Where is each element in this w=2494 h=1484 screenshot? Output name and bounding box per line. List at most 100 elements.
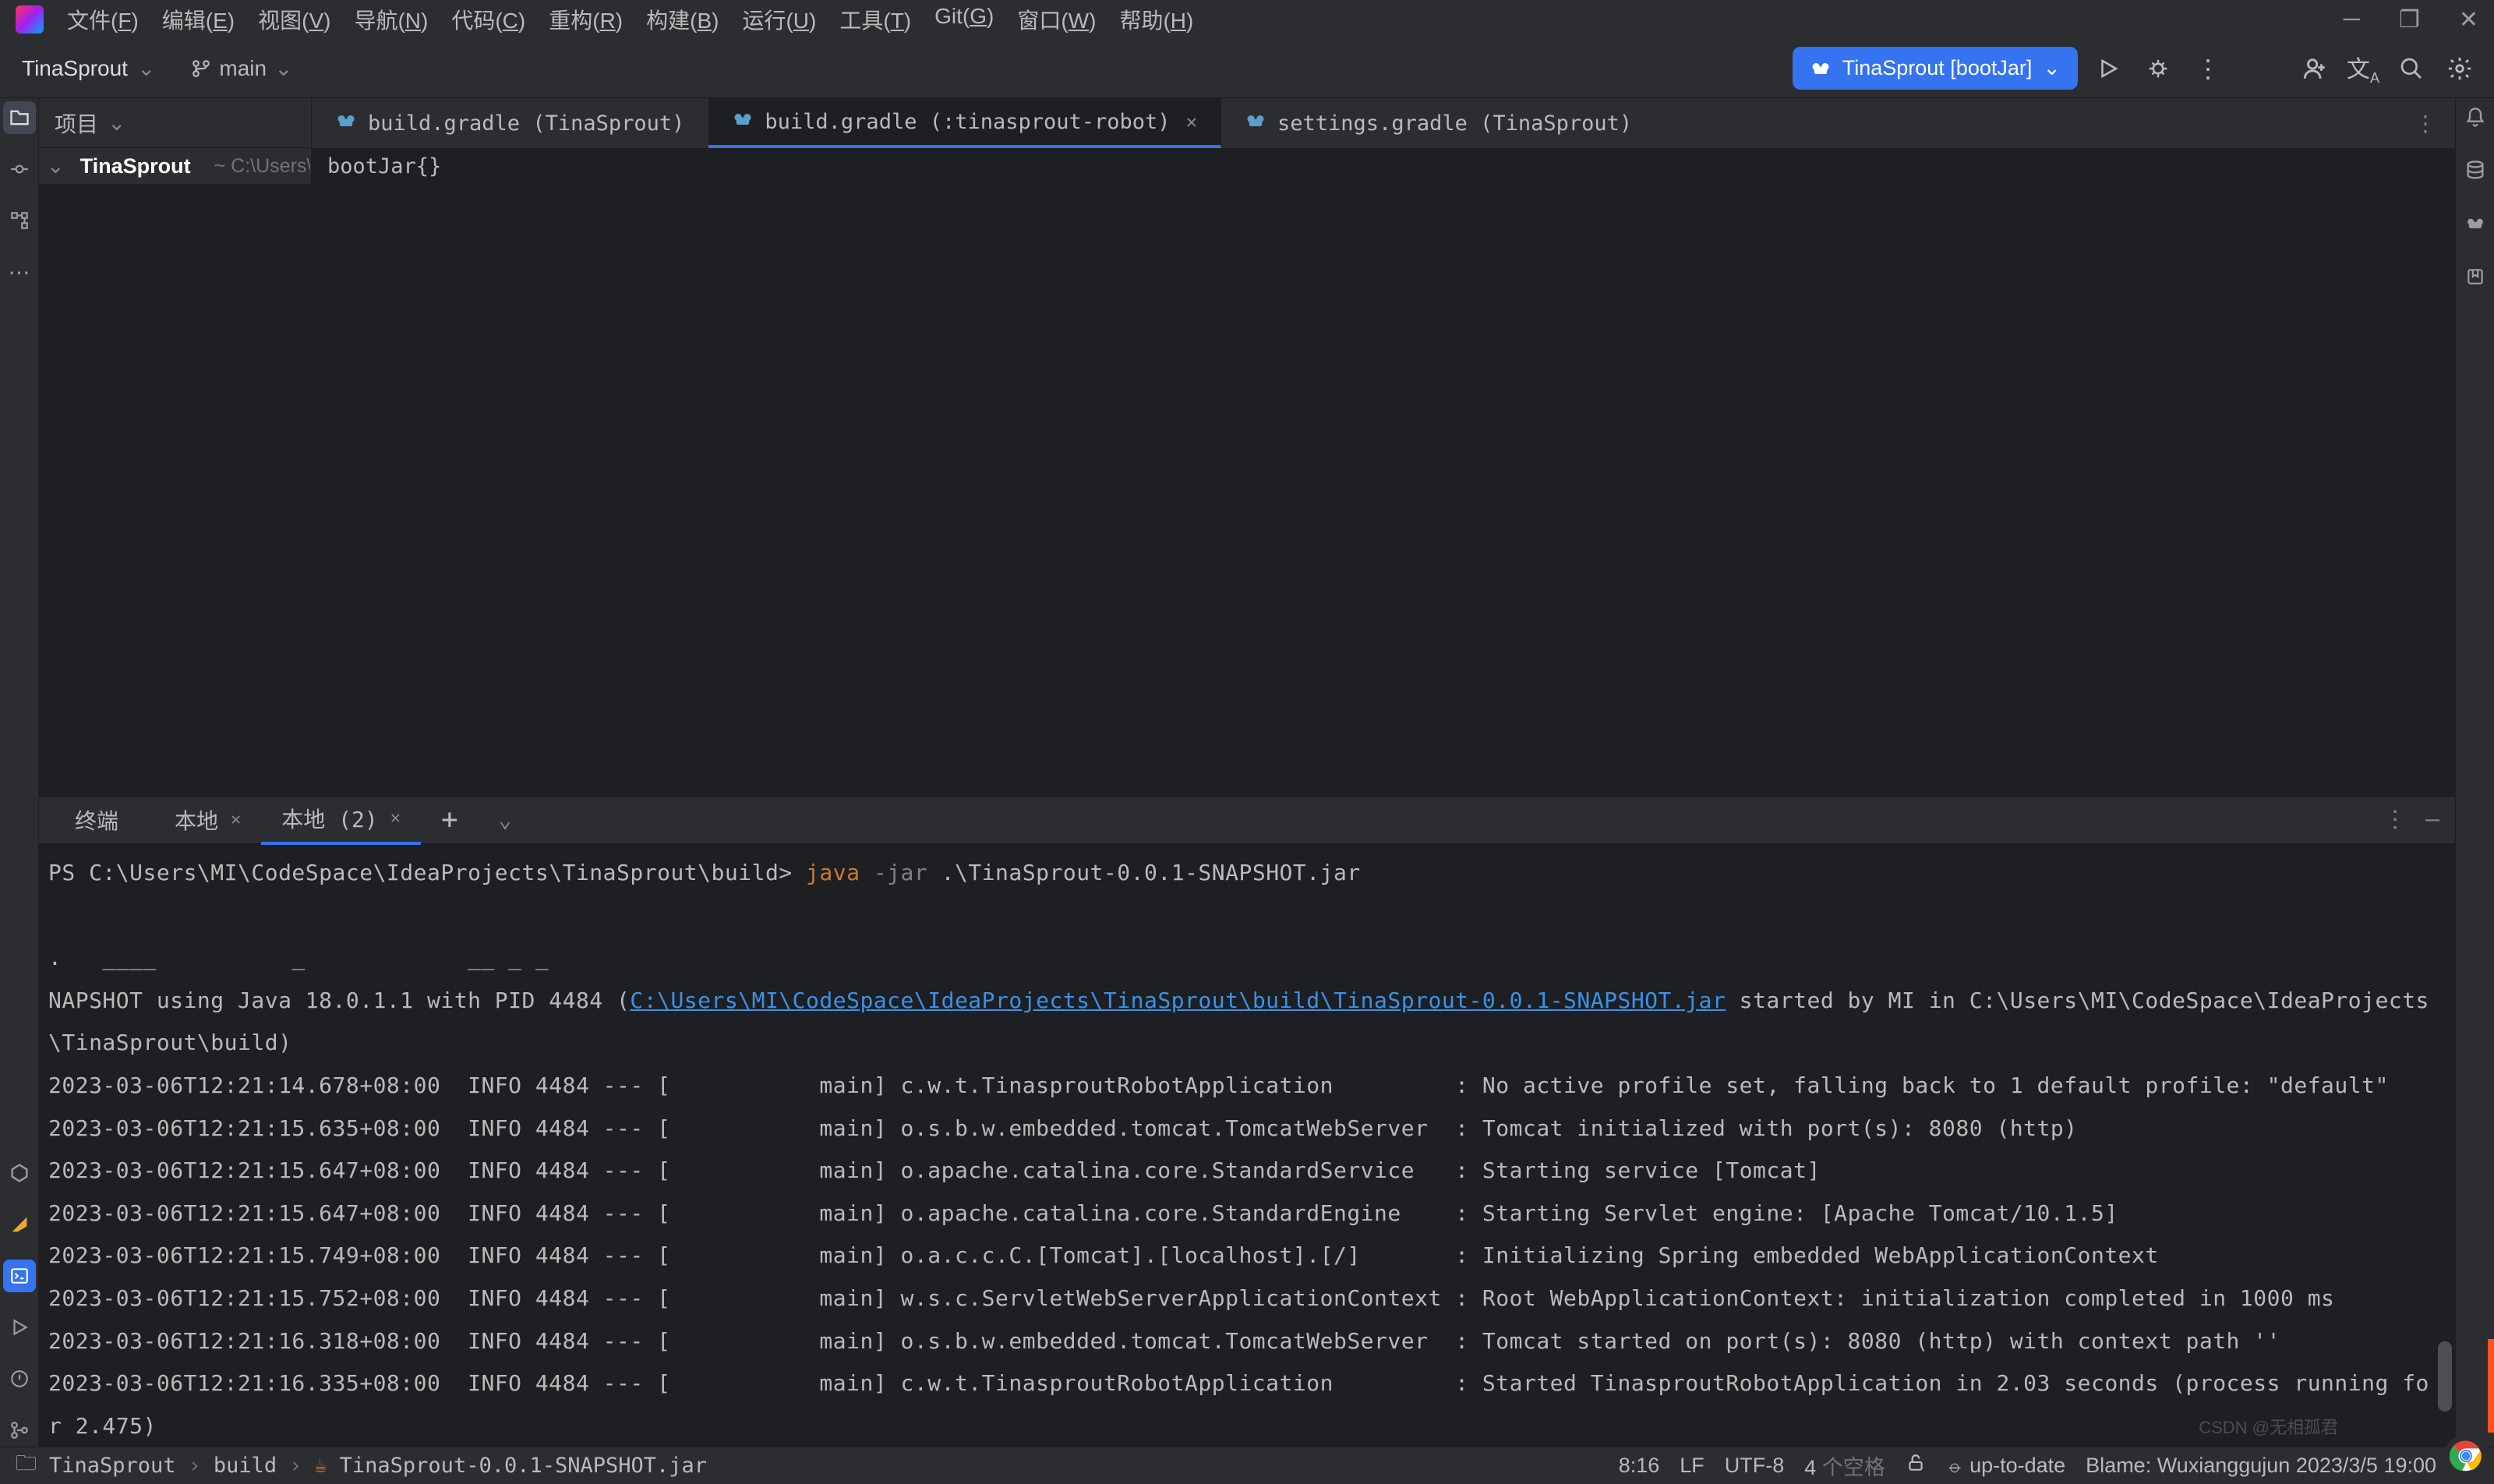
log-line: 2023-03-06T12:21:16.318+08:00 INFO 4484 … — [48, 1328, 2280, 1354]
indent-setting[interactable]: 4 个空格 — [1804, 1450, 1885, 1481]
cmd-java: java — [806, 860, 860, 885]
git-blame[interactable]: Blame: Wuxianggujun 2023/3/5 19:00 — [2086, 1454, 2436, 1478]
tabs-more-icon[interactable]: ⋮ — [2415, 111, 2436, 136]
minimize-panel-icon[interactable]: — — [2425, 806, 2439, 833]
window-restore-icon[interactable]: ❐ — [2399, 6, 2420, 34]
more-tools-icon[interactable]: ⋯ — [3, 256, 36, 288]
folder-icon: 🗀 — [16, 1448, 37, 1484]
terminal-title[interactable]: 终端 — [55, 797, 139, 843]
gradle-panel-icon[interactable] — [2459, 207, 2492, 240]
editor-breadcrumb[interactable]: bootJar{} — [327, 154, 441, 178]
editor-tab[interactable]: build.gradle (TinaSprout) — [312, 98, 708, 148]
git-tool-icon[interactable] — [3, 1414, 36, 1447]
tab-label: settings.gradle (TinaSprout) — [1277, 111, 1632, 136]
navigation-bar: TinaSprout ⌄ main ⌄ TinaSprout [bootJar]… — [0, 39, 2494, 98]
chevron-down-icon[interactable]: ⌄ — [108, 110, 125, 136]
structure-tool-icon[interactable] — [3, 204, 36, 237]
chevron-down-icon: ⌄ — [2043, 56, 2061, 80]
left-tool-rail: ⋯ — [0, 98, 39, 1447]
chevron-down-icon: ⌄ — [137, 55, 155, 81]
tab-label: build.gradle (:tinasprout-robot) — [765, 110, 1170, 134]
new-session-icon[interactable]: + — [421, 797, 479, 843]
tree-root-row[interactable]: ⌄ TinaSprout ~ C:\Users\MI\CodeSpace — [39, 148, 310, 184]
menu-git[interactable]: Git(G) — [934, 4, 994, 35]
log-line: 2023-03-06T12:21:15.635+08:00 INFO 4484 … — [48, 1115, 2078, 1141]
log-line: 2023-03-06T12:21:15.752+08:00 INFO 4484 … — [48, 1285, 2334, 1311]
problems-tool-icon[interactable] — [3, 1362, 36, 1395]
menubar: 文件(F) 编辑(E) 视图(V) 导航(N) 代码(C) 重构(R) 构建(B… — [67, 4, 2344, 35]
terminal-session-tab[interactable]: 本地 ✕ — [154, 797, 261, 843]
terminal-session-tab[interactable]: 本地 (2) ✕ — [261, 797, 421, 845]
prompt: PS C:\Users\MI\CodeSpace\IdeaProjects\Ti… — [48, 860, 793, 885]
code-with-me-icon[interactable] — [2296, 50, 2333, 87]
session-dropdown-icon[interactable]: ⌄ — [479, 799, 532, 840]
log-line: NAPSHOT using Java 18.0.1.1 with PID 448… — [48, 988, 630, 1013]
log-line: 2023-03-06T12:21:15.647+08:00 INFO 4484 … — [48, 1200, 2118, 1226]
banner-fragment: . ____ _ __ _ _ — [48, 945, 549, 970]
menu-file[interactable]: 文件(F) — [67, 4, 139, 35]
jar-path-link[interactable]: C:\Users\MI\CodeSpace\IdeaProjects\TinaS… — [630, 988, 1726, 1013]
project-selector[interactable]: TinaSprout ⌄ — [9, 49, 168, 87]
chrome-bubble-icon[interactable] — [2444, 1434, 2488, 1478]
run-configuration[interactable]: TinaSprout [bootJar] ⌄ — [1793, 47, 2078, 90]
project-tool-icon[interactable] — [3, 101, 36, 134]
menu-nav[interactable]: 导航(N) — [354, 4, 428, 35]
session-label: 本地 — [175, 804, 218, 836]
log-line: 2023-03-06T12:21:16.335+08:00 INFO 4484 … — [48, 1370, 2429, 1439]
menu-help[interactable]: 帮助(H) — [1119, 4, 1193, 35]
close-icon[interactable]: ✕ — [390, 808, 401, 828]
terminal-scrollbar[interactable] — [2438, 1341, 2452, 1412]
terminal-tool-icon[interactable] — [3, 1260, 36, 1292]
update-status[interactable]: ⦵ up-to-date — [1946, 1454, 2065, 1479]
settings-icon[interactable] — [2441, 50, 2478, 87]
gradle-icon — [732, 108, 754, 136]
menu-view[interactable]: 视图(V) — [258, 4, 330, 35]
menu-code[interactable]: 代码(C) — [451, 4, 525, 35]
commit-tool-icon[interactable] — [3, 153, 36, 186]
status-crumb[interactable]: build — [214, 1454, 277, 1478]
bookmark-panel-icon[interactable] — [2459, 260, 2492, 293]
branch-icon — [191, 58, 211, 79]
elephant-icon — [1810, 58, 1832, 80]
window-close-icon[interactable]: ✕ — [2459, 6, 2478, 34]
tree-root-label: TinaSprout — [80, 154, 191, 178]
project-name: TinaSprout — [22, 56, 128, 81]
sql-tool-icon[interactable] — [3, 1208, 36, 1241]
readonly-icon[interactable] — [1906, 1453, 1926, 1479]
services-tool-icon[interactable] — [3, 1157, 36, 1189]
separator: › — [189, 1454, 201, 1478]
database-icon[interactable] — [2459, 154, 2492, 187]
cursor-position[interactable]: 8:16 — [1619, 1454, 1660, 1478]
menu-run[interactable]: 运行(U) — [742, 4, 816, 35]
status-crumb[interactable]: TinaSprout — [49, 1454, 176, 1478]
notifications-icon[interactable] — [2459, 101, 2492, 134]
window-minimize-icon[interactable]: ─ — [2344, 6, 2360, 34]
menu-edit[interactable]: 编辑(E) — [162, 4, 235, 35]
menu-tools[interactable]: 工具(T) — [839, 4, 911, 35]
more-actions-icon[interactable]: ⋮ — [2188, 49, 2227, 88]
run-button[interactable] — [2089, 49, 2128, 88]
menu-refactor[interactable]: 重构(R) — [549, 4, 623, 35]
right-tool-rail — [2455, 98, 2494, 1447]
editor-tab[interactable]: settings.gradle (TinaSprout) — [1221, 98, 1656, 148]
line-separator[interactable]: LF — [1680, 1454, 1704, 1478]
vcs-branch[interactable]: main ⌄ — [191, 55, 292, 81]
run-tool-icon[interactable] — [3, 1311, 36, 1344]
tab-label: build.gradle (TinaSprout) — [368, 111, 684, 136]
menu-build[interactable]: 构建(B) — [646, 4, 719, 35]
close-icon[interactable]: ✕ — [231, 810, 241, 829]
status-crumb[interactable]: TinaSprout-0.0.1-SNAPSHOT.jar — [340, 1454, 707, 1478]
notification-strip — [2488, 1339, 2494, 1433]
menu-window[interactable]: 窗口(W) — [1017, 4, 1096, 35]
search-icon[interactable] — [2393, 50, 2430, 87]
file-encoding[interactable]: UTF-8 — [1725, 1454, 1785, 1478]
close-icon[interactable]: ✕ — [1186, 111, 1197, 132]
terminal-panel: 终端 本地 ✕ 本地 (2) ✕ + ⌄ ⋮ — — [39, 797, 2455, 1447]
editor-tab[interactable]: build.gradle (:tinasprout-robot) ✕ — [708, 98, 1221, 148]
project-panel-title[interactable]: 项目 — [55, 108, 98, 139]
terminal-output[interactable]: PS C:\Users\MI\CodeSpace\IdeaProjects\Ti… — [39, 843, 2455, 1447]
terminal-options-icon[interactable]: ⋮ — [2383, 806, 2407, 833]
debug-button[interactable] — [2139, 49, 2178, 88]
tree-root-path: ~ C:\Users\MI\CodeSpace — [214, 155, 310, 178]
translate-icon[interactable]: 文A — [2344, 50, 2382, 87]
